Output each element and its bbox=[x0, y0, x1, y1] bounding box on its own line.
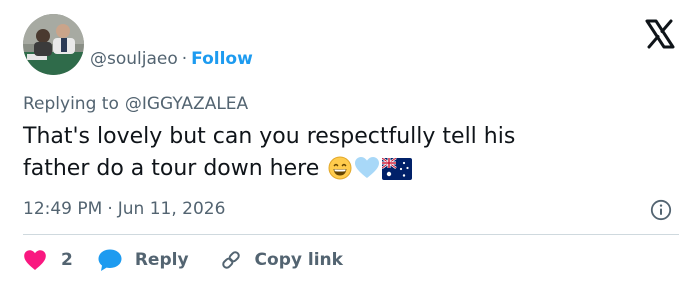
tweet-text-line-2: father do a tour down here bbox=[23, 156, 320, 181]
tweet-text-line-1: That's lovely but can you respectfully t… bbox=[23, 124, 516, 149]
copy-link-button[interactable]: Copy link bbox=[219, 248, 343, 272]
light-blue-heart-emoji bbox=[355, 157, 380, 178]
australia-flag-emoji bbox=[382, 158, 413, 180]
reply-bubble-icon bbox=[98, 249, 122, 271]
heart-icon bbox=[24, 250, 46, 270]
reply-label: Reply bbox=[134, 250, 189, 270]
tweet-actions: 2 Reply Copy link bbox=[23, 247, 343, 273]
reply-button[interactable]: Reply bbox=[97, 248, 189, 272]
tweet-text: That's lovely but can you respectfully t… bbox=[23, 121, 663, 185]
info-icon[interactable] bbox=[650, 199, 672, 221]
divider bbox=[23, 234, 679, 235]
link-icon bbox=[221, 251, 240, 269]
handle-separator: · bbox=[181, 49, 188, 69]
grinning-face-emoji bbox=[328, 156, 352, 180]
follow-button[interactable]: Follow bbox=[191, 49, 253, 69]
like-button[interactable]: 2 bbox=[23, 249, 73, 271]
like-count: 2 bbox=[61, 250, 73, 270]
copy-link-label: Copy link bbox=[254, 250, 343, 270]
tweet-timestamp[interactable]: 12:49 PM · Jun 11, 2026 bbox=[23, 198, 225, 220]
timestamp-separator: · bbox=[107, 199, 113, 219]
x-logo-icon[interactable] bbox=[644, 19, 676, 49]
avatar[interactable] bbox=[23, 14, 84, 75]
reply-context: Replying to @IGGYAZALEA bbox=[23, 93, 248, 115]
tweet-time: 12:49 PM bbox=[23, 199, 103, 219]
reply-context-prefix: Replying to bbox=[23, 94, 119, 114]
author-handle[interactable]: @souljaeo bbox=[90, 49, 178, 69]
author-handle-row: @souljaeo · Follow bbox=[90, 48, 253, 70]
tweet-date: Jun 11, 2026 bbox=[117, 199, 226, 219]
reply-context-mention[interactable]: @IGGYAZALEA bbox=[125, 94, 248, 114]
tweet-text-line-2-container: father do a tour down here bbox=[23, 153, 663, 185]
avatar-photo bbox=[23, 14, 84, 75]
